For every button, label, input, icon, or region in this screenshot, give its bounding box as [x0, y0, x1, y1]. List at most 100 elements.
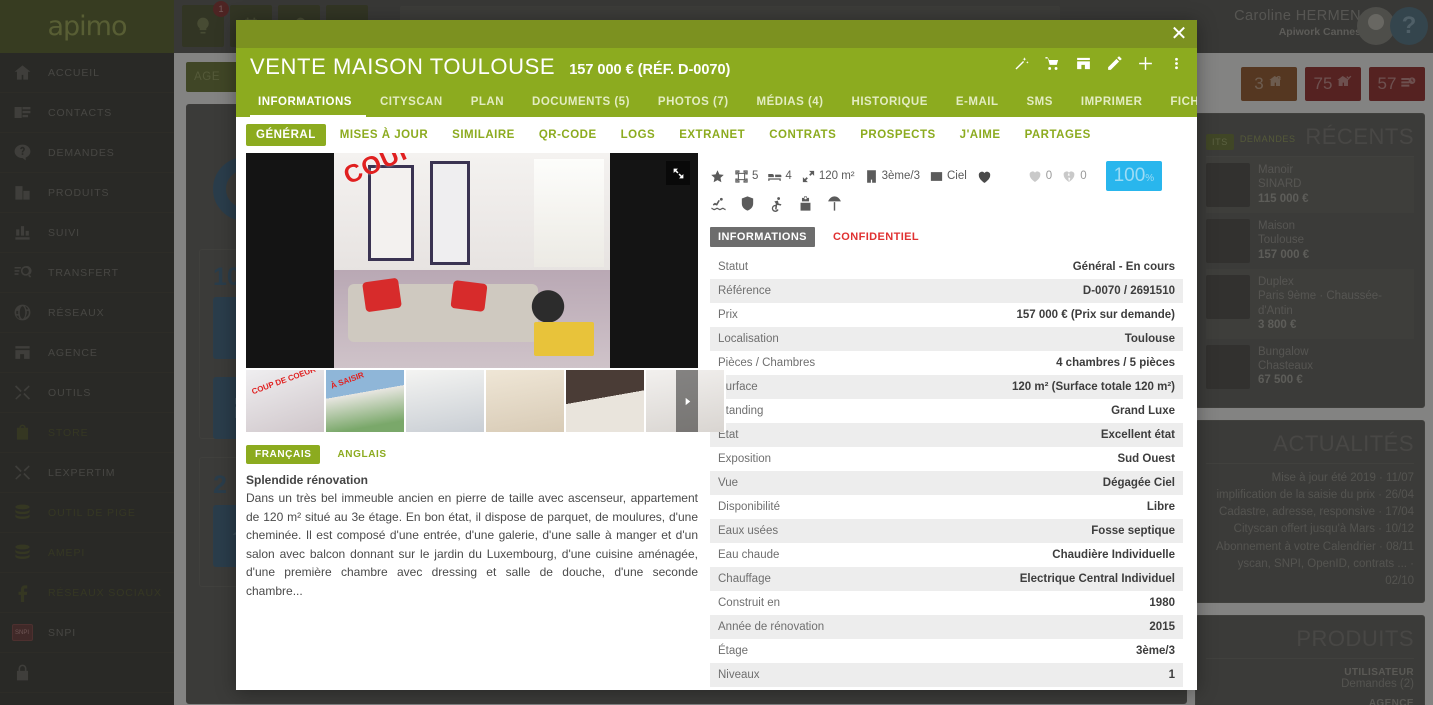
- thumbnail-strip: COUP DE COEUR À SAISIR: [246, 370, 698, 432]
- expand-icon[interactable]: [666, 161, 690, 185]
- app-root: apimo ACCUEILCONTACTSDEMANDESPRODUITSSUI…: [0, 0, 1433, 705]
- score-badge: 100%: [1106, 161, 1163, 191]
- language-tab-franais[interactable]: FRANÇAIS: [246, 445, 320, 464]
- thumbnail-label: À SAISIR: [330, 370, 366, 390]
- spec-value: En bande: [902, 687, 1183, 690]
- pool-icon: [710, 195, 727, 217]
- spec-value: Libre: [902, 495, 1183, 519]
- gallery-thumbnail[interactable]: À SAISIR: [326, 370, 406, 432]
- fact-floor: 3ème/3: [864, 169, 920, 184]
- details-column: 5 4 120 m² 3ème/3: [710, 153, 1183, 690]
- tab-sms[interactable]: SMS: [1012, 88, 1066, 117]
- gallery-thumbnail[interactable]: [486, 370, 566, 432]
- spec-value: D-0070 / 2691510: [902, 279, 1183, 303]
- shop-icon[interactable]: [1075, 55, 1092, 72]
- table-row: LocalisationToulouse: [710, 327, 1183, 351]
- tab-informations[interactable]: INFORMATIONS: [710, 227, 815, 247]
- table-row: Eaux uséesFosse septique: [710, 519, 1183, 543]
- gallery-thumbnail[interactable]: [566, 370, 646, 432]
- subtab-g-n-ral[interactable]: GÉNÉRAL: [246, 124, 326, 146]
- fact-surface-value: 120 m²: [819, 170, 855, 182]
- spec-key: Mitoyenneté: [710, 687, 902, 690]
- language-tabs: FRANÇAIS ANGLAIS: [246, 445, 698, 464]
- tab-informations[interactable]: INFORMATIONS: [250, 88, 366, 117]
- star-icon: [710, 169, 725, 184]
- modal-action-icons: [1013, 55, 1185, 72]
- spec-key: Prix: [710, 303, 902, 327]
- specs-table: StatutGénéral - En coursRéférenceD-0070 …: [710, 255, 1183, 690]
- tab-fiche-vitrine[interactable]: FICHE VITRINE: [1156, 88, 1197, 117]
- subtab-extranet[interactable]: EXTRANET: [669, 124, 755, 146]
- gallery-column: COUP DE COEUR COUP DE COEURÀ SAISIR FRAN…: [246, 153, 698, 690]
- spec-key: Vue: [710, 471, 902, 495]
- modal-header: VENTE MAISON TOULOUSE 157 000 € (RÉF. D-…: [236, 48, 1197, 117]
- subtab-prospects[interactable]: PROSPECTS: [850, 124, 945, 146]
- table-row: StatutGénéral - En cours: [710, 255, 1183, 279]
- subtab-qr-code[interactable]: QR-CODE: [529, 124, 607, 146]
- spec-key: Année de rénovation: [710, 615, 902, 639]
- tab-e-mail[interactable]: E-MAIL: [942, 88, 1013, 117]
- spec-key: Disponibilité: [710, 495, 902, 519]
- cart-icon[interactable]: [1044, 55, 1061, 72]
- spec-value: Fosse septique: [902, 519, 1183, 543]
- close-icon[interactable]: ✕: [1167, 22, 1191, 46]
- spec-key: Chauffage: [710, 567, 902, 591]
- info-tabs: INFORMATIONS CONFIDENTIEL: [710, 227, 1183, 247]
- spec-key: Eaux usées: [710, 519, 902, 543]
- page-title: VENTE MAISON TOULOUSE: [250, 54, 555, 80]
- kebab-menu-icon[interactable]: [1168, 55, 1185, 72]
- tab-documents-5[interactable]: DOCUMENTS (5): [518, 88, 644, 117]
- table-row: MitoyennetéEn bande: [710, 687, 1183, 690]
- spec-key: Construit en: [710, 591, 902, 615]
- hero-image[interactable]: COUP DE COEUR: [246, 153, 698, 368]
- table-row: ExpositionSud Ouest: [710, 447, 1183, 471]
- thumbnail-label: COUP DE COEUR: [250, 370, 316, 396]
- property-detail-modal: ✕ VENTE MAISON TOULOUSE 157 000 € (RÉF. …: [236, 20, 1197, 690]
- spec-value: 4 chambres / 5 pièces: [902, 351, 1183, 375]
- subtab-contrats[interactable]: CONTRATS: [759, 124, 846, 146]
- subtab-partages[interactable]: PARTAGES: [1015, 124, 1101, 146]
- fact-likes: 0: [1027, 168, 1052, 184]
- table-row: VueDégagée Ciel: [710, 471, 1183, 495]
- language-tab-anglais[interactable]: ANGLAIS: [328, 445, 395, 464]
- tab-historique[interactable]: HISTORIQUE: [838, 88, 942, 117]
- subtab-similaire[interactable]: SIMILAIRE: [442, 124, 525, 146]
- chevron-right-icon[interactable]: [676, 370, 698, 432]
- tab-photos-7[interactable]: PHOTOS (7): [644, 88, 743, 117]
- gallery-thumbnail[interactable]: [406, 370, 486, 432]
- spec-value: 3ème/3: [902, 639, 1183, 663]
- spec-key: Exposition: [710, 447, 902, 471]
- fact-view-value: Ciel: [947, 170, 967, 182]
- plus-icon[interactable]: [1137, 55, 1154, 72]
- subtab-logs[interactable]: LOGS: [611, 124, 666, 146]
- table-row: Pièces / Chambres4 chambres / 5 pièces: [710, 351, 1183, 375]
- fact-rooms: 5: [734, 169, 758, 184]
- spec-key: Statut: [710, 255, 902, 279]
- spec-value: Excellent état: [902, 423, 1183, 447]
- amenities-row: [710, 191, 1183, 217]
- spec-value: Chaudière Individuelle: [902, 543, 1183, 567]
- table-row: Niveaux1: [710, 663, 1183, 687]
- tab-m-dias-4[interactable]: MÉDIAS (4): [743, 88, 838, 117]
- gallery-thumbnail[interactable]: COUP DE COEUR: [246, 370, 326, 432]
- table-row: Étage3ème/3: [710, 639, 1183, 663]
- shield-icon: [739, 195, 756, 217]
- spec-key: Référence: [710, 279, 902, 303]
- pencil-icon[interactable]: [1106, 55, 1123, 72]
- tab-plan[interactable]: PLAN: [457, 88, 518, 117]
- modal-top-strip: ✕: [236, 20, 1197, 48]
- subtab-mises-jour[interactable]: MISES À JOUR: [330, 124, 438, 146]
- spec-value: 2015: [902, 615, 1183, 639]
- tab-confidentiel[interactable]: CONFIDENTIEL: [825, 227, 927, 247]
- price-reference: 157 000 € (RÉF. D-0070): [569, 62, 730, 78]
- magic-wand-icon[interactable]: [1013, 55, 1030, 72]
- modal-subtab-bar: GÉNÉRALMISES À JOURSIMILAIREQR-CODELOGSE…: [236, 117, 1197, 153]
- tab-cityscan[interactable]: CITYSCAN: [366, 88, 457, 117]
- tab-imprimer[interactable]: IMPRIMER: [1067, 88, 1157, 117]
- fact-view: Ciel: [929, 169, 967, 184]
- table-row: Eau chaudeChaudière Individuelle: [710, 543, 1183, 567]
- subtab-j-aime[interactable]: J'AIME: [950, 124, 1011, 146]
- fact-floor-value: 3ème/3: [882, 170, 920, 182]
- spec-value: Général - En cours: [902, 255, 1183, 279]
- heart-filled-icon[interactable]: [976, 168, 993, 185]
